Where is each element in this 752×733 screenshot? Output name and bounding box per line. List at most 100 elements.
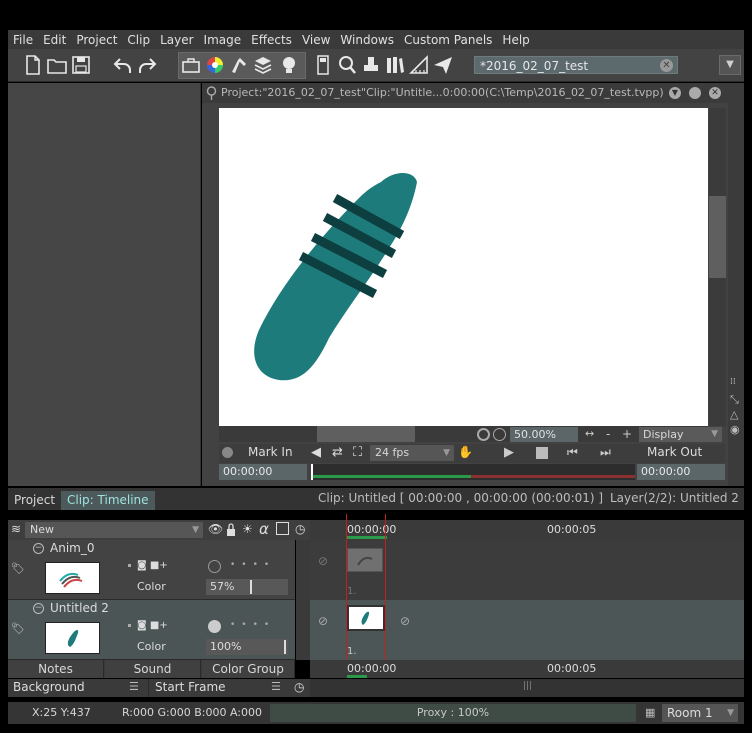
- project-name-field[interactable]: *2016_02_07_test ✕: [474, 56, 678, 74]
- redo-icon[interactable]: [136, 54, 158, 76]
- layers-icon[interactable]: [252, 54, 274, 76]
- tab-project[interactable]: Project: [8, 491, 62, 510]
- menu-layer[interactable]: Layer: [155, 33, 198, 47]
- send-icon[interactable]: [432, 54, 454, 76]
- untitled-image-block[interactable]: [347, 605, 385, 631]
- eye-icon[interactable]: 👁: [208, 522, 223, 536]
- menu-image[interactable]: Image: [199, 33, 247, 47]
- timeline-ruler[interactable]: 00:00:00 00:00:05: [310, 520, 744, 540]
- layers-stack-icon[interactable]: ≋: [11, 522, 21, 536]
- mark-out-button[interactable]: Mark Out: [647, 445, 702, 459]
- menu-lines-icon[interactable]: ☰: [271, 680, 281, 693]
- minimize-icon[interactable]: [689, 87, 701, 99]
- layer-mode-icons[interactable]: ◙ ■+: [137, 620, 168, 631]
- menu-file[interactable]: File: [8, 33, 38, 47]
- new-layer-select[interactable]: New ▼: [25, 522, 203, 538]
- ruler-icon[interactable]: [408, 54, 430, 76]
- viewer-hscrollbar[interactable]: [219, 426, 708, 442]
- stop-icon[interactable]: [536, 447, 548, 459]
- playhead-left[interactable]: [346, 514, 347, 678]
- timeline-track-anim[interactable]: ⊘ 1.: [310, 540, 744, 600]
- pin-icon[interactable]: [205, 86, 218, 100]
- color-dots[interactable]: ••••: [230, 620, 275, 630]
- color-dots[interactable]: ••••: [230, 560, 275, 570]
- playhead[interactable]: [311, 464, 313, 480]
- mark-in-button[interactable]: Mark In: [248, 445, 293, 459]
- viewer-vscroll-thumb[interactable]: [709, 196, 726, 278]
- viewer-timeline-bar[interactable]: [311, 464, 635, 480]
- zoom-arrows-icon[interactable]: ↔: [585, 427, 594, 440]
- timer-icon[interactable]: ◷: [294, 680, 304, 694]
- timecode-out-field[interactable]: 00:00:00: [637, 464, 725, 480]
- menu-windows[interactable]: Windows: [335, 33, 399, 47]
- tag-icon[interactable]: 🏷: [11, 562, 25, 575]
- opacity-slider-handle[interactable]: [284, 640, 286, 654]
- collapse-icon[interactable]: −: [33, 603, 44, 614]
- resize-icon[interactable]: ⤡: [730, 393, 739, 407]
- opacity-slider-handle[interactable]: [250, 580, 252, 594]
- calculator-icon[interactable]: [312, 54, 334, 76]
- timer-icon[interactable]: ◷: [295, 522, 305, 536]
- menu-project[interactable]: Project: [71, 33, 122, 47]
- speaker-icon[interactable]: ◀: [311, 445, 321, 460]
- opacity-field[interactable]: 100%: [206, 639, 288, 655]
- grip-icon[interactable]: |||: [523, 681, 532, 691]
- next-icon[interactable]: ⏭: [600, 445, 611, 460]
- alpha-icon[interactable]: α: [259, 520, 269, 538]
- menu-effects[interactable]: Effects: [246, 33, 297, 47]
- color-dot-icon[interactable]: [208, 620, 221, 633]
- chevron-down-icon[interactable]: ▼: [669, 87, 681, 99]
- layer-mode-icons[interactable]: ◙ ■+: [137, 560, 168, 571]
- menu-edit[interactable]: Edit: [38, 33, 71, 47]
- menu-view[interactable]: View: [297, 33, 335, 47]
- open-folder-icon[interactable]: [46, 54, 68, 76]
- zoom-out-button[interactable]: -: [606, 427, 610, 441]
- brush-panel-icon[interactable]: [228, 54, 250, 76]
- room-select[interactable]: Room 1 ▼: [662, 704, 738, 722]
- zoom-in-button[interactable]: +: [622, 427, 632, 441]
- playhead-right[interactable]: [385, 514, 386, 678]
- toolbox-icon[interactable]: [180, 54, 202, 76]
- layer-vscrollbar[interactable]: [296, 540, 310, 660]
- loop-icon[interactable]: ⇄: [332, 445, 343, 460]
- pin-icon[interactable]: [222, 447, 233, 458]
- room-icon[interactable]: ▦: [645, 706, 655, 719]
- play-icon[interactable]: ▶: [504, 445, 514, 460]
- color-group-tab[interactable]: Color Group: [202, 660, 295, 678]
- fps-select[interactable]: 24 fps ▼: [370, 445, 454, 461]
- chevron-down-icon[interactable]: ▼: [719, 55, 741, 75]
- hand-icon[interactable]: ✋: [458, 445, 473, 459]
- menu-lines-icon[interactable]: ☰: [129, 680, 139, 693]
- layer-row-untitled-2[interactable]: − Untitled 2 🏷 ◙ ■+ •••• Color 100%: [8, 600, 295, 660]
- new-file-icon[interactable]: [22, 54, 44, 76]
- viewer-hscroll-thumb[interactable]: [317, 426, 415, 442]
- close-icon[interactable]: ✕: [709, 87, 721, 99]
- camera-icon[interactable]: ◉: [730, 423, 740, 436]
- drawing-canvas[interactable]: [219, 108, 708, 426]
- anim-image-block[interactable]: [347, 548, 383, 572]
- timecode-in-field[interactable]: 00:00:00: [219, 464, 307, 480]
- search-icon[interactable]: [336, 54, 358, 76]
- notes-tab[interactable]: Notes: [8, 660, 104, 678]
- menu-help[interactable]: Help: [497, 33, 534, 47]
- timeline-track-untitled-2[interactable]: ⊘ ⊘ 1.: [310, 600, 744, 660]
- color-wheel-icon[interactable]: [204, 54, 226, 76]
- zoom-field[interactable]: 50.00%: [510, 427, 578, 442]
- collapse-icon[interactable]: −: [33, 543, 44, 554]
- previous-icon[interactable]: ⏮: [567, 445, 578, 460]
- save-icon[interactable]: [70, 54, 92, 76]
- close-icon[interactable]: ✕: [660, 59, 673, 72]
- lightbulb-icon[interactable]: [278, 54, 300, 76]
- color-dot-icon[interactable]: [208, 560, 221, 573]
- sound-tab[interactable]: Sound: [105, 660, 201, 678]
- layer-row-anim[interactable]: − Anim_0 🏷 ◙ ■+ •••• Color 57%: [8, 540, 295, 600]
- timeline-bottom-ruler[interactable]: 00:00:00 00:00:05: [310, 660, 744, 678]
- target-icon[interactable]: [477, 428, 490, 441]
- display-select[interactable]: Display ▼: [639, 427, 722, 442]
- selection-icon[interactable]: [276, 522, 289, 535]
- tag-icon[interactable]: 🏷: [11, 622, 25, 635]
- undo-icon[interactable]: [112, 54, 134, 76]
- fullscreen-icon[interactable]: ⛶: [353, 445, 362, 460]
- library-icon[interactable]: [384, 54, 406, 76]
- warning-icon[interactable]: △: [730, 408, 738, 421]
